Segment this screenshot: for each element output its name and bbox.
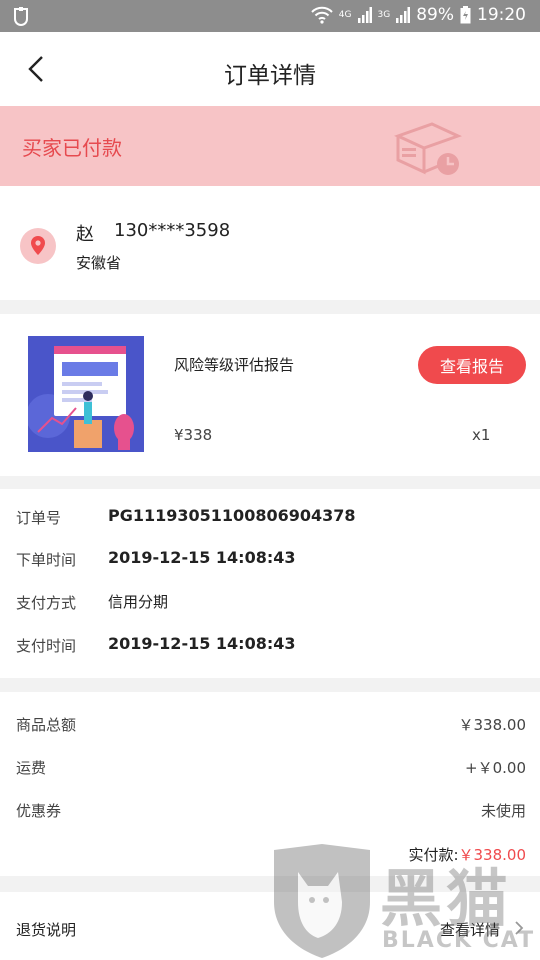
shipping-label: 运费: [16, 759, 47, 777]
order-status-text: 买家已付款: [22, 136, 122, 160]
order-status-banner: 买家已付款: [0, 106, 540, 186]
status-bar: 4G 3G 89% 19:20: [0, 0, 540, 32]
payment-time-label: 支付时间: [16, 637, 77, 655]
nav-bar: 订单详情: [0, 32, 540, 106]
order-number-label: 订单号: [16, 509, 62, 527]
clock: 19:20: [477, 5, 526, 25]
subtotal-value: ￥338.00: [458, 716, 527, 734]
battery-icon: [460, 6, 471, 24]
wifi-icon: [311, 6, 333, 24]
package-clock-icon: [394, 122, 462, 175]
battery-percent: 89%: [416, 5, 454, 25]
subtotal-row: 商品总额 ￥338.00: [0, 710, 540, 740]
coupon-value: 未使用: [480, 802, 526, 820]
order-time-label: 下单时间: [16, 551, 77, 569]
network-b-label: 3G: [377, 9, 391, 20]
product-name: 风险等级评估报告: [174, 356, 295, 374]
shipping-address-card[interactable]: 赵 130****3598 安徽省: [0, 186, 540, 300]
location-pin-icon: [20, 228, 56, 264]
recipient-name: 赵: [76, 224, 94, 245]
subtotal-label: 商品总额: [16, 716, 77, 734]
amount-paid-label: 实付款:: [408, 846, 459, 864]
coupon-row: 优惠券 未使用: [0, 796, 540, 826]
payment-time-value: 2019-12-15 14:08:43: [108, 634, 296, 653]
return-policy-label: 退货说明: [16, 921, 77, 939]
order-time-row: 下单时间 2019-12-15 14:08:43: [0, 545, 540, 575]
view-report-button[interactable]: 查看报告: [418, 346, 526, 384]
order-info-section: 订单号 PG11193051100806904378 下单时间 2019-12-…: [0, 489, 540, 678]
order-number-row: 订单号 PG11193051100806904378: [0, 503, 540, 533]
view-details-link[interactable]: 查看详情: [440, 919, 500, 940]
product-card: 风险等级评估报告 查看报告 ¥338 x1: [0, 314, 540, 476]
payment-method-label: 支付方式: [16, 594, 77, 612]
product-price: ¥338: [174, 426, 213, 444]
recipient-address: 安徽省: [76, 254, 122, 272]
shipping-row: 运费 +￥0.00: [0, 753, 540, 783]
product-quantity: x1: [472, 426, 491, 444]
product-thumbnail: [28, 336, 144, 452]
amount-paid: 实付款:￥338.00: [408, 844, 526, 865]
signal-icon: [357, 7, 372, 23]
shipping-value: +￥0.00: [465, 759, 526, 777]
network-a-label: 4G: [338, 9, 352, 20]
payment-time-row: 支付时间 2019-12-15 14:08:43: [0, 631, 540, 661]
notification-icon: [14, 7, 28, 26]
coupon-label: 优惠券: [16, 802, 62, 820]
signal-icon-2: [396, 7, 411, 23]
order-number-value: PG11193051100806904378: [108, 506, 356, 525]
payment-method-row: 支付方式 信用分期: [0, 588, 540, 618]
chevron-right-icon: [515, 921, 524, 935]
recipient-line: 赵 130****3598: [76, 220, 230, 246]
return-policy-row[interactable]: 退货说明 查看详情: [0, 892, 540, 960]
page-title: 订单详情: [224, 63, 316, 89]
amount-paid-value: ￥338.00: [458, 846, 527, 864]
payment-method-value: 信用分期: [108, 593, 169, 611]
recipient-phone: 130****3598: [114, 220, 231, 241]
order-time-value: 2019-12-15 14:08:43: [108, 548, 296, 567]
cost-summary-section: 商品总额 ￥338.00 运费 +￥0.00 优惠券 未使用 实付款:￥338.…: [0, 692, 540, 876]
